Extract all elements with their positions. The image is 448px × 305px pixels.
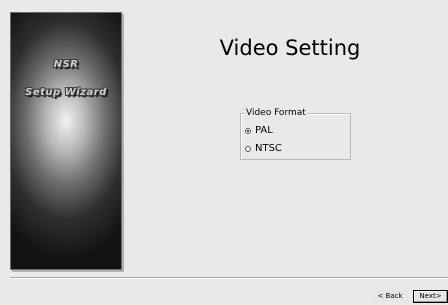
radio-selected-icon[interactable]	[245, 127, 251, 134]
radio-unselected-icon[interactable]	[245, 145, 251, 152]
radio-option-ntsc[interactable]: NTSC	[245, 142, 282, 155]
video-format-group: Video Format PAL NTSC	[240, 107, 351, 160]
radio-option-ntsc-label: NTSC	[255, 143, 282, 154]
footer-divider	[10, 277, 448, 279]
page-title: Video Setting	[219, 36, 361, 60]
wizard-banner-title: NSR	[53, 59, 79, 70]
setup-wizard-window: NSR Setup Wizard Video Setting Video For…	[0, 0, 448, 305]
wizard-banner-panel: NSR Setup Wizard	[10, 12, 122, 270]
video-format-label: Video Format	[245, 107, 307, 119]
wizard-banner-subtitle: Setup Wizard	[25, 87, 107, 98]
next-button[interactable]: Next>	[413, 290, 448, 303]
back-button[interactable]: < Back	[372, 290, 408, 303]
radio-option-pal-label: PAL	[255, 125, 273, 136]
radio-option-pal[interactable]: PAL	[245, 124, 273, 137]
